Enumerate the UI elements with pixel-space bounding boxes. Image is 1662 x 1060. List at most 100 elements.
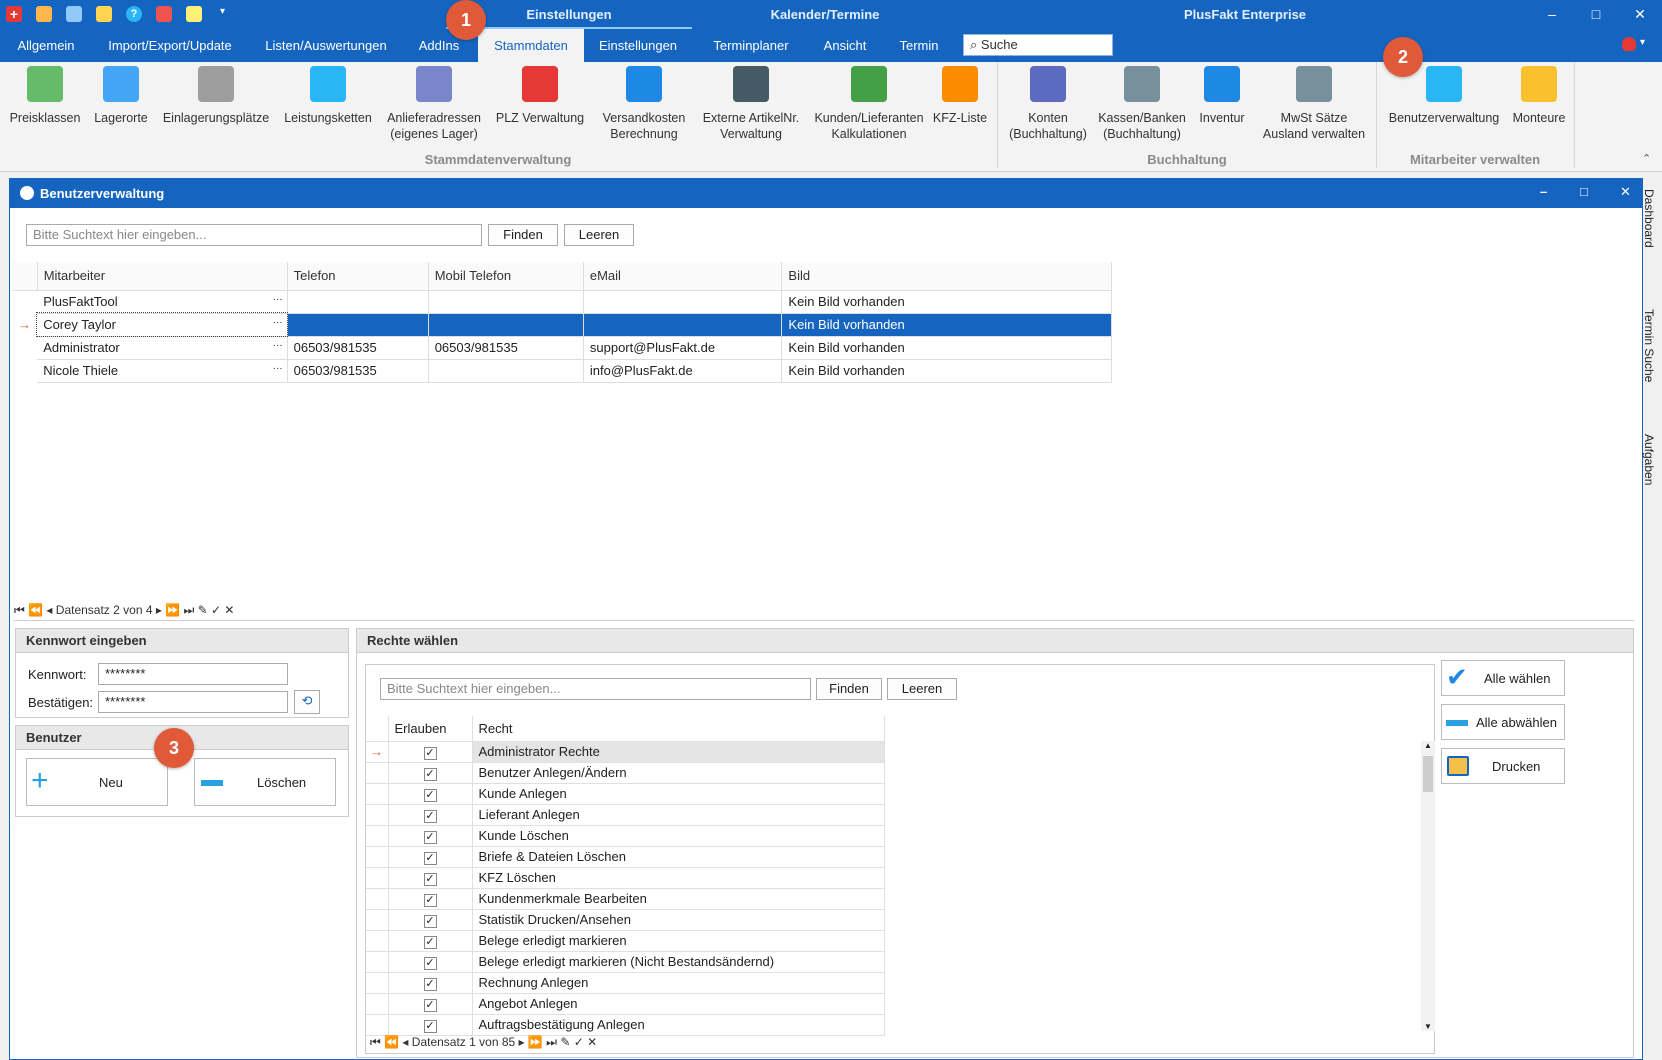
cell-telefon[interactable]: 06503/981535 (287, 336, 429, 360)
quick-access-icon-3[interactable] (96, 6, 112, 22)
table-row[interactable]: Administrator ··· 06503/981535 06503/981535… (12, 336, 1112, 360)
select-all-button[interactable]: ✔ Alle wählen (1441, 660, 1565, 696)
column-header-mobil[interactable]: Mobil Telefon (428, 262, 584, 291)
tab-listen[interactable]: Listen/Auswertungen (248, 29, 404, 62)
nav-edit-icon[interactable]: ✎ (194, 603, 208, 617)
ribbon-button-mwst-sätze[interactable]: MwSt Sätze Ausland verwalten (1255, 66, 1373, 142)
ribbon-button-plz-verwaltung[interactable]: PLZ Verwaltung (488, 66, 592, 126)
column-header-recht[interactable]: Recht (472, 716, 885, 742)
ribbon-button-externe-artikelnr-[interactable]: Externe ArtikelNr. Verwaltung (688, 66, 814, 142)
cell-telefon[interactable] (287, 313, 429, 337)
nav-cancel-icon[interactable]: ✕ (584, 1035, 597, 1049)
nav-first-icon[interactable]: ⏮ (370, 1035, 384, 1049)
right-name-cell[interactable]: Briefe & Dateien Löschen (472, 846, 885, 868)
right-name-cell[interactable]: Statistik Drucken/Ansehen (472, 909, 885, 931)
nav-prev-page-icon[interactable]: ⏪ (28, 603, 46, 617)
user-clear-button[interactable]: Leeren (564, 224, 634, 246)
cell-mitarbeiter[interactable]: Corey Taylor ··· (36, 312, 289, 337)
cell-bild[interactable]: Kein Bild vorhanden (781, 290, 1112, 314)
rights-clear-button[interactable]: Leeren (887, 678, 957, 700)
nav-prev-icon[interactable]: ◂ (402, 1035, 411, 1049)
table-row[interactable]: ✓ Kunde Anlegen (366, 783, 885, 805)
nav-next-page-icon[interactable]: ⏩ (525, 1035, 543, 1049)
allow-checkbox[interactable]: ✓ (423, 956, 437, 970)
ribbon-button-leistungsketten[interactable]: Leistungsketten (280, 66, 376, 126)
allow-checkbox[interactable]: ✓ (423, 893, 437, 907)
table-row[interactable]: ✓ Benutzer Anlegen/Ändern (366, 762, 885, 784)
tab-terminplaner[interactable]: Terminplaner (700, 29, 802, 62)
customize-dropdown-icon[interactable]: ▾ (220, 6, 236, 22)
new-user-button[interactable]: + Neu (26, 758, 168, 806)
column-header-email[interactable]: eMail (583, 262, 783, 291)
user-find-button[interactable]: Finden (488, 224, 558, 246)
table-row[interactable]: ✓ Angebot Anlegen (366, 993, 885, 1015)
allow-checkbox[interactable]: ✓ (423, 830, 437, 844)
side-tab-dashboard[interactable]: Dashboard (1642, 189, 1656, 248)
table-row[interactable]: ✓ KFZ Löschen (366, 867, 885, 889)
cell-email[interactable] (583, 313, 783, 337)
right-name-cell[interactable]: Rechnung Anlegen (472, 972, 885, 994)
nav-accept-icon[interactable]: ✓ (570, 1035, 584, 1049)
print-button[interactable]: Drucken (1441, 748, 1565, 784)
tab-import-export[interactable]: Import/Export/Update (92, 29, 248, 62)
tab-termin[interactable]: Termin (888, 29, 950, 62)
deselect-all-button[interactable]: Alle abwählen (1441, 704, 1565, 740)
cell-bild[interactable]: Kein Bild vorhanden (781, 313, 1112, 337)
tab-stammdaten[interactable]: Stammdaten (478, 29, 584, 62)
nav-first-icon[interactable]: ⏮ (14, 603, 28, 617)
rights-search-input[interactable]: Bitte Suchtext hier eingeben... (380, 678, 811, 700)
cell-mitarbeiter[interactable]: PlusFaktTool ··· (37, 290, 288, 314)
nav-edit-icon[interactable]: ✎ (557, 1035, 570, 1049)
delete-user-button[interactable]: Löschen (194, 758, 336, 806)
window-minimize-button[interactable]: – (1540, 184, 1547, 199)
right-name-cell[interactable]: Kunde Anlegen (472, 783, 885, 805)
tab-ansicht[interactable]: Ansicht (810, 29, 880, 62)
table-row[interactable]: ✓ Belege erledigt markieren (Nicht Bestan… (366, 951, 885, 973)
column-header-erlauben[interactable]: Erlauben (388, 716, 473, 742)
ellipsis-button[interactable]: ··· (273, 340, 283, 351)
cell-mitarbeiter[interactable]: Nicole Thiele ··· (37, 359, 288, 383)
help-icon[interactable]: ? (126, 6, 142, 22)
side-tab-aufgaben[interactable]: Aufgaben (1642, 434, 1656, 485)
table-row[interactable]: → ✓ Administrator Rechte (366, 741, 885, 763)
allow-checkbox[interactable]: ✓ (423, 767, 437, 781)
table-row[interactable]: ✓ Kundenmerkmale Bearbeiten (366, 888, 885, 910)
calendar-icon[interactable] (186, 6, 202, 22)
search-input[interactable]: ⌕ Suche (963, 34, 1113, 56)
scrollbar-down-icon[interactable]: ▼ (1421, 1022, 1435, 1031)
right-name-cell[interactable]: Kunde Löschen (472, 825, 885, 847)
minimize-button[interactable]: – (1530, 0, 1574, 29)
ellipsis-button[interactable]: ··· (273, 317, 283, 328)
allow-checkbox[interactable]: ✓ (423, 935, 437, 949)
table-row[interactable]: ✓ Belege erledigt markieren (366, 930, 885, 952)
ellipsis-button[interactable]: ··· (273, 294, 283, 305)
ribbon-button-inventur[interactable]: Inventur (1192, 66, 1252, 126)
scrollbar-up-icon[interactable]: ▲ (1421, 741, 1435, 750)
quick-access-icon-2[interactable] (66, 6, 82, 22)
ribbon-button-preisklassen[interactable]: Preisklassen (2, 66, 88, 126)
chevron-down-icon[interactable]: ▾ (1640, 37, 1645, 48)
ribbon-button-konten[interactable]: Konten (Buchhaltung) (1000, 66, 1096, 142)
scrollbar-thumb[interactable] (1423, 756, 1433, 792)
table-row[interactable]: ✓ Kunde Löschen (366, 825, 885, 847)
table-row[interactable]: Nicole Thiele ··· 06503/981535 info@PlusFak… (12, 359, 1112, 383)
cell-mobil[interactable] (428, 359, 584, 383)
nav-cancel-icon[interactable]: ✕ (221, 603, 234, 617)
tab-einstellungen[interactable]: Einstellungen (584, 29, 692, 62)
cell-telefon[interactable] (287, 290, 429, 314)
right-name-cell[interactable]: Auftragsbestätigung Anlegen (472, 1014, 885, 1036)
column-header-bild[interactable]: Bild (781, 262, 1112, 291)
column-header-mitarbeiter[interactable]: Mitarbeiter (37, 262, 288, 291)
allow-checkbox[interactable]: ✓ (423, 977, 437, 991)
table-row[interactable]: ✓ Statistik Drucken/Ansehen (366, 909, 885, 931)
right-name-cell[interactable]: Belege erledigt markieren (Nicht Bestand… (472, 951, 885, 973)
allow-checkbox[interactable]: ✓ (423, 998, 437, 1012)
right-name-cell[interactable]: KFZ Löschen (472, 867, 885, 889)
allow-checkbox[interactable]: ✓ (423, 1019, 437, 1033)
table-row[interactable]: ✓ Auftragsbestätigung Anlegen (366, 1014, 885, 1036)
cell-email[interactable]: support@PlusFakt.de (583, 336, 783, 360)
ribbon-button-einlagerungsplätze[interactable]: Einlagerungsplätze (158, 66, 274, 126)
nav-accept-icon[interactable]: ✓ (208, 603, 221, 617)
right-name-cell[interactable]: Angebot Anlegen (472, 993, 885, 1015)
window-close-button[interactable]: ✕ (1620, 184, 1631, 200)
